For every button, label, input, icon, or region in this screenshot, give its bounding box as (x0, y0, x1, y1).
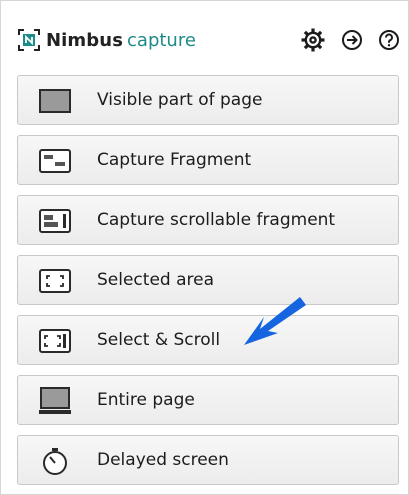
menu-item-select-scroll[interactable]: Select & Scroll (17, 315, 399, 365)
menu-item-label: Entire page (97, 390, 195, 410)
nimbus-logo: Nimbus capture (18, 27, 196, 53)
menu-item-entire-page[interactable]: Entire page (17, 375, 399, 425)
visible-page-icon (38, 86, 72, 116)
select-scroll-icon (38, 326, 72, 356)
selected-area-icon (38, 266, 72, 296)
brand-suffix: capture (127, 29, 196, 51)
menu-item-label: Visible part of page (97, 90, 263, 110)
exit-icon (342, 30, 362, 50)
entire-page-icon (38, 386, 72, 416)
menu-item-selected-area[interactable]: Selected area (17, 255, 399, 305)
gear-icon (301, 28, 325, 52)
menu-item-label: Capture scrollable fragment (97, 210, 336, 230)
menu-item-label: Select & Scroll (97, 330, 221, 350)
nimbus-logo-icon (18, 29, 40, 51)
menu-item-visible-part[interactable]: Visible part of page (17, 75, 399, 125)
menu-item-delayed-screen[interactable]: Delayed screen (17, 435, 399, 485)
menu-item-label: Selected area (97, 270, 215, 290)
header: Nimbus capture (0, 0, 409, 72)
menu-item-capture-fragment[interactable]: Capture Fragment (17, 135, 399, 185)
fragment-icon (38, 146, 72, 176)
menu-item-scrollable-fragment[interactable]: Capture scrollable fragment (17, 195, 399, 245)
sign-in-button[interactable] (339, 27, 365, 53)
settings-button[interactable] (300, 27, 326, 53)
brand-name: Nimbus (46, 29, 124, 51)
help-button[interactable] (376, 27, 402, 53)
menu-item-label: Capture Fragment (97, 150, 252, 170)
menu-item-label: Delayed screen (97, 450, 229, 470)
scrollable-fragment-icon (38, 206, 72, 236)
timer-icon (38, 446, 72, 476)
help-icon (379, 30, 399, 50)
